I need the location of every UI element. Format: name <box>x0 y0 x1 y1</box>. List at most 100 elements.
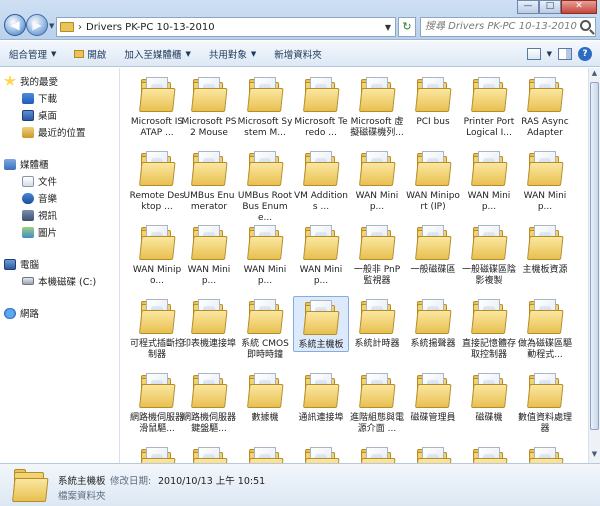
folder-icon <box>359 372 396 410</box>
folder-item[interactable] <box>461 444 517 463</box>
folder-item[interactable] <box>349 444 405 463</box>
folder-item[interactable]: 系統主機板 <box>293 296 349 352</box>
folder-item[interactable]: 可程式插斷控制器 <box>129 296 185 361</box>
folder-item[interactable]: 數值資料處理器 <box>517 370 573 435</box>
folder-item[interactable]: RAS Async Adapter <box>517 74 573 139</box>
change-view-icon[interactable] <box>526 47 541 60</box>
share-with-label: 共用對象 <box>208 49 247 61</box>
folder-label: Microsoft 虛擬磁碟機列... <box>350 117 404 138</box>
sidebar-item-music[interactable]: 音樂 <box>22 191 57 205</box>
folder-item[interactable]: UMBus Enumerator <box>181 148 237 213</box>
item-type: 檔案資料夾 <box>58 491 106 502</box>
folder-item[interactable]: 一般磁碟區陰影複製 <box>461 222 517 287</box>
folder-icon <box>139 372 176 410</box>
folder-item[interactable]: Microsoft System M... <box>237 74 293 139</box>
search-input[interactable]: 搜尋 Drivers PK-PC 10-13-2010 <box>420 17 596 37</box>
folder-icon <box>139 224 176 262</box>
folder-label: 做為磁碟區驅動程式... <box>517 339 572 360</box>
folder-item[interactable]: Microsoft ISATAP ... <box>129 74 185 139</box>
folder-item[interactable]: 磁碟管理員 <box>405 370 461 424</box>
address-bar[interactable]: › Drivers PK-PC 10-13-2010 ▼ <box>56 17 396 37</box>
folder-item[interactable] <box>517 444 573 463</box>
sidebar-item-recent-places[interactable]: 最近的位置 <box>22 125 86 139</box>
back-button[interactable]: ◀ <box>4 14 26 36</box>
scroll-down-icon[interactable]: ▼ <box>589 450 600 462</box>
search-icon[interactable] <box>580 20 591 31</box>
folder-item[interactable]: 直接記憶體存取控制器 <box>461 296 517 361</box>
folder-label: 通訊連接埠 <box>298 413 344 423</box>
preview-pane-icon[interactable] <box>558 47 572 60</box>
sidebar-item-documents[interactable]: 文件 <box>22 174 57 188</box>
folder-icon <box>60 22 74 32</box>
close-button[interactable]: ✕ <box>561 0 597 14</box>
sidebar-item-pictures[interactable]: 圖片 <box>22 225 57 239</box>
add-to-library-button[interactable]: 加入至媒體櫃 ▼ <box>115 47 199 61</box>
sidebar-group-favorites[interactable]: 我的最愛 <box>4 74 58 88</box>
maximize-button[interactable]: □ <box>539 0 561 14</box>
sidebar-item-local-disk[interactable]: 本機磁碟 (C:) <box>22 274 96 288</box>
folder-item[interactable]: Microsoft Teredo ... <box>293 74 349 139</box>
help-icon[interactable]: ? <box>578 46 592 61</box>
address-dropdown-icon[interactable]: ▼ <box>381 23 395 32</box>
folder-item[interactable]: Microsoft PS 2 Mouse <box>181 74 237 139</box>
folder-item[interactable]: 一般非 PnP 監視器 <box>349 222 405 287</box>
vertical-scrollbar[interactable]: ▲ ▼ <box>588 68 600 463</box>
folder-item[interactable]: WAN Minip... <box>461 148 517 213</box>
folder-item[interactable]: 印表機連接埠 <box>181 296 237 350</box>
folder-item[interactable]: 一般磁碟區 <box>405 222 461 276</box>
folder-item[interactable]: WAN Minip... <box>237 222 293 287</box>
folder-icon <box>359 298 396 336</box>
folder-item[interactable]: 磁碟機 <box>461 370 517 424</box>
folder-item[interactable]: VM Additions ... <box>293 148 349 213</box>
folder-item[interactable]: 做為磁碟區驅動程式... <box>517 296 573 361</box>
folder-item[interactable]: 網路機伺服器滑鼠驅... <box>129 370 185 435</box>
folder-item[interactable]: 系統計時器 <box>349 296 405 350</box>
breadcrumb-separator-icon[interactable]: › <box>78 22 82 33</box>
folder-item[interactable]: 通訊連接埠 <box>293 370 349 424</box>
folder-item[interactable] <box>293 444 349 463</box>
folder-item[interactable]: Printer Port Logical I... <box>461 74 517 139</box>
folder-item[interactable]: WAN Minip... <box>349 148 405 213</box>
sidebar-item-downloads[interactable]: 下載 <box>22 91 57 105</box>
share-with-button[interactable]: 共用對象 ▼ <box>200 47 265 61</box>
folder-item[interactable]: 進階組態與電源介面 ... <box>349 370 405 435</box>
new-folder-button[interactable]: 新增資料夾 <box>265 47 331 61</box>
sidebar-group-libraries[interactable]: 媒體櫃 <box>4 157 49 171</box>
recent-pages-dropdown[interactable]: ▼ <box>49 22 54 30</box>
sidebar-group-computer[interactable]: 電腦 <box>4 257 39 271</box>
folder-item[interactable]: 網路機伺服器鍵盤驅... <box>181 370 237 435</box>
minimize-button[interactable]: — <box>517 0 539 14</box>
folder-item[interactable]: Microsoft 虛擬磁碟機列... <box>349 74 405 139</box>
folder-item[interactable]: WAN Minipo... <box>129 222 185 287</box>
folder-item[interactable]: 系統 CMOS 即時時鐘 <box>237 296 293 361</box>
folder-item[interactable]: Remote Desktop ... <box>129 148 185 213</box>
sidebar-item-desktop[interactable]: 桌面 <box>22 108 57 122</box>
organize-label: 組合管理 <box>9 49 48 61</box>
folder-item[interactable]: 數據機 <box>237 370 293 424</box>
organize-button[interactable]: 組合管理 ▼ <box>0 47 65 61</box>
folder-item[interactable] <box>181 444 237 463</box>
folder-label: 網路機伺服器鍵盤驅... <box>181 413 236 434</box>
folder-item[interactable]: WAN Miniport (IP) <box>405 148 461 213</box>
sidebar-item-videos[interactable]: 視訊 <box>22 208 57 222</box>
refresh-button[interactable]: ↻ <box>398 17 416 37</box>
folder-item[interactable] <box>405 444 461 463</box>
folder-item[interactable]: WAN Minip... <box>181 222 237 287</box>
folder-item[interactable]: PCI bus <box>405 74 461 128</box>
address-path[interactable]: Drivers PK-PC 10-13-2010 <box>86 22 381 33</box>
scrollbar-thumb[interactable] <box>590 82 599 430</box>
folder-item[interactable] <box>129 444 185 463</box>
folder-item[interactable]: 主機板資源 <box>517 222 573 276</box>
folder-item[interactable]: WAN Minip... <box>517 148 573 213</box>
folder-item[interactable]: UMBus Root Bus Enume... <box>237 148 293 224</box>
open-button[interactable]: 開啟 <box>65 47 115 61</box>
folder-item[interactable] <box>237 444 293 463</box>
folder-item[interactable]: 系統揚聲器 <box>405 296 461 350</box>
folder-item[interactable]: WAN Minip... <box>293 222 349 287</box>
sidebar-group-label: 網路 <box>20 309 40 320</box>
view-options-dropdown[interactable]: ▼ <box>547 50 552 58</box>
sidebar-group-network[interactable]: 網路 <box>4 306 39 320</box>
folder-label: PCI bus <box>416 117 450 127</box>
forward-button[interactable]: ▶ <box>26 14 48 36</box>
scroll-up-icon[interactable]: ▲ <box>589 69 600 81</box>
